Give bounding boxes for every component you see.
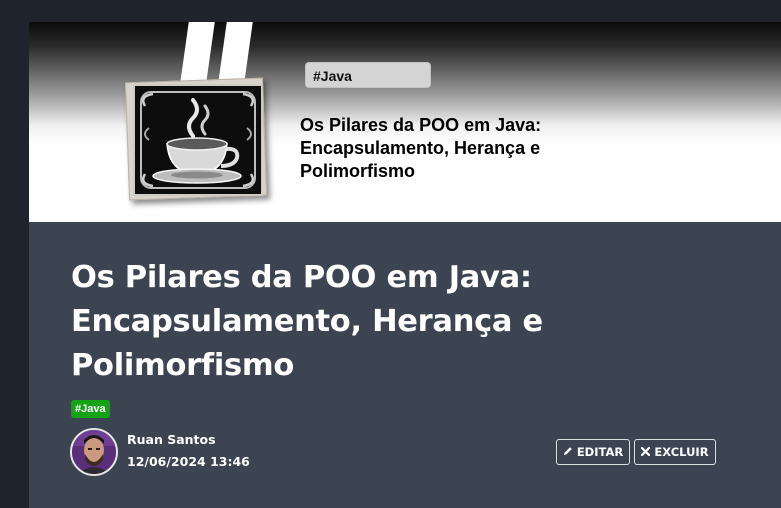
banner-tag: #Java — [305, 62, 431, 88]
post-date: 12/06/2024 13:46 — [127, 454, 250, 469]
edit-button[interactable]: EDITAR — [556, 439, 630, 465]
edit-button-label: EDITAR — [576, 445, 624, 459]
author-name[interactable]: Ruan Santos — [127, 432, 216, 447]
delete-button[interactable]: EXCLUIR — [634, 439, 716, 465]
pencil-icon — [563, 446, 573, 458]
avatar[interactable] — [70, 428, 118, 476]
banner-title: Os Pilares da POO em Java: Encapsulament… — [300, 115, 542, 181]
page-title: Os Pilares da POO em Java: Encapsulament… — [71, 260, 543, 383]
article-cover-image: #Java Os Pilares da POO em Java: Encapsu… — [29, 22, 781, 222]
delete-button-label: EXCLUIR — [654, 445, 709, 459]
window-left-frame — [0, 0, 29, 508]
window-top-frame — [0, 0, 781, 22]
tag-badge[interactable]: #Java — [71, 400, 110, 418]
coffee-cup-icon — [133, 84, 263, 196]
close-icon — [641, 446, 651, 458]
article-card: #Java Os Pilares da POO em Java: Encapsu… — [29, 22, 781, 508]
